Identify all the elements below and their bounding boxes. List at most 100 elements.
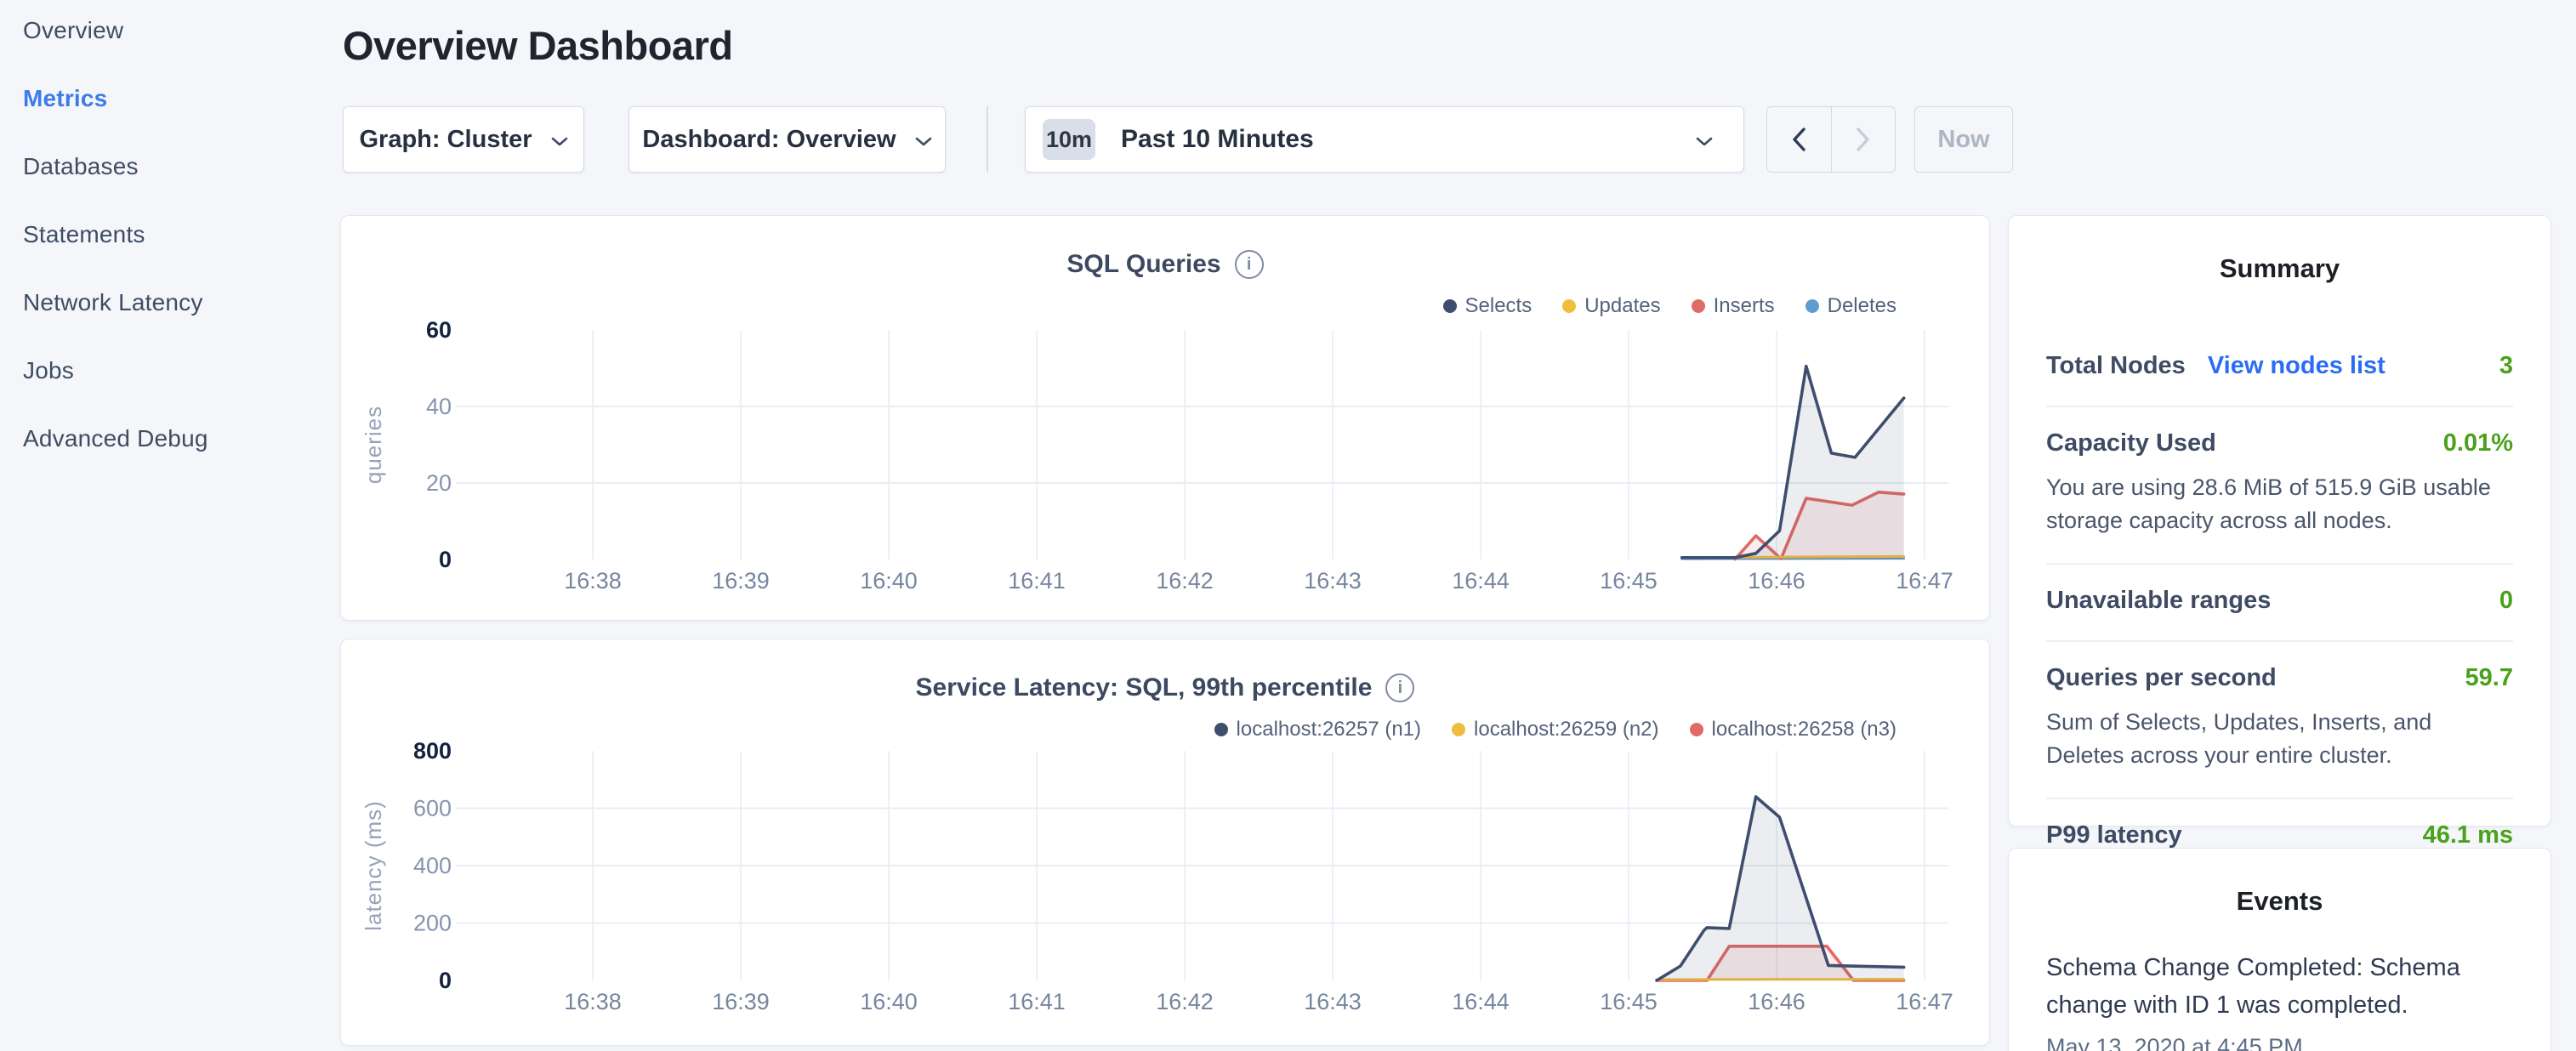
summary-title: Summary [2009,253,2550,284]
summary-row-label: Capacity Used [2046,429,2216,457]
x-axis-tick-label: 16:43 [1304,568,1362,594]
summary-row-label: Queries per second [2046,664,2277,692]
x-axis-tick-label: 16:44 [1452,568,1510,594]
x-axis-tick-label: 16:38 [564,568,622,594]
x-axis-tick-label: 16:39 [712,989,770,1014]
legend-label: Selects [1465,294,1533,318]
time-range-badge: 10m [1043,119,1095,160]
x-axis-tick-label: 16:39 [712,568,770,594]
legend-item[interactable]: localhost:26258 (n3) [1690,718,1896,741]
summary-row-description: Sum of Selects, Updates, Inserts, and De… [2046,706,2513,772]
summary-row-total-nodes: Total Nodes View nodes list 3 [2046,330,2513,407]
chevron-right-icon [1856,128,1870,151]
sidebar-item-metrics[interactable]: Metrics [23,87,329,111]
summary-row-value: 0.01% [2443,429,2513,457]
summary-row-value: 3 [2499,352,2513,380]
legend-label: localhost:26258 (n3) [1712,718,1896,741]
chevron-down-icon [915,137,932,146]
service-latency-chart-card: Service Latency: SQL, 99th percentile i … [340,639,1990,1046]
legend-item[interactable]: Deletes [1805,294,1896,318]
legend-label: Updates [1584,294,1660,318]
x-axis-tick-label: 16:45 [1600,989,1658,1014]
sidebar-item-network-latency[interactable]: Network Latency [23,291,329,315]
summary-row-capacity-used: Capacity Used 0.01% You are using 28.6 M… [2046,407,2513,565]
chevron-left-icon [1792,128,1806,151]
x-axis-tick-label: 16:44 [1452,989,1510,1014]
y-axis-tick-label: 0 [439,968,452,993]
y-axis-tick-label: 600 [413,796,452,821]
summary-row-label: Total Nodes [2046,352,2186,380]
legend-dot-icon [1452,723,1465,736]
dashboard-label: Dashboard: Overview [642,126,896,154]
legend-item[interactable]: Inserts [1692,294,1775,318]
x-axis-tick-label: 16:46 [1748,989,1805,1014]
sidebar-item-statements[interactable]: Statements [23,223,329,247]
summary-row-unavailable-ranges: Unavailable ranges 0 [2046,565,2513,642]
now-button[interactable]: Now [1914,106,2013,173]
x-axis-tick-label: 16:41 [1008,568,1066,594]
graph-scope-label: Graph: Cluster [359,126,532,154]
event-text: Schema Change Completed: Schema change w… [2046,949,2513,1024]
event-timestamp: May 13, 2020 at 4:45 PM [2046,1034,2513,1051]
info-icon[interactable]: i [1235,250,1264,279]
events-title: Events [2009,886,2550,917]
legend-item[interactable]: Selects [1443,294,1533,318]
legend-label: Deletes [1828,294,1896,318]
legend-label: localhost:26259 (n2) [1474,718,1658,741]
x-axis-tick-label: 16:45 [1600,568,1658,594]
sidebar-item-advanced-debug[interactable]: Advanced Debug [23,427,329,451]
legend-dot-icon [1443,299,1457,313]
x-axis-tick-label: 16:42 [1156,568,1214,594]
summary-row-queries-per-second: Queries per second 59.7 Sum of Selects, … [2046,642,2513,799]
view-nodes-list-link[interactable]: View nodes list [2208,352,2386,380]
x-axis-tick-label: 16:46 [1748,568,1805,594]
legend-dot-icon [1690,723,1703,736]
sidebar-item-overview[interactable]: Overview [23,19,329,43]
y-axis-tick-label: 20 [426,470,452,496]
summary-row-label: Unavailable ranges [2046,587,2271,615]
y-axis-label: queries [361,406,386,484]
summary-row-label: P99 latency [2046,821,2182,849]
y-axis-tick-label: 200 [413,911,452,936]
toolbar-divider [987,106,988,173]
legend-item[interactable]: Updates [1562,294,1660,318]
chevron-down-icon [1696,137,1713,146]
summary-row-value: 46.1 ms [2423,821,2513,849]
legend-label: Inserts [1714,294,1775,318]
x-axis-tick-label: 16:43 [1304,989,1362,1014]
time-range-dropdown[interactable]: 10m Past 10 Minutes [1025,106,1744,173]
chevron-down-icon [551,137,568,146]
x-axis-tick-label: 16:41 [1008,989,1066,1014]
y-axis-tick-label: 0 [439,547,452,572]
chart-legend: Selects Updates Inserts Deletes [1443,294,1897,318]
sidebar-item-databases[interactable]: Databases [23,155,329,179]
x-axis-tick-label: 16:40 [860,989,918,1014]
legend-dot-icon [1805,299,1819,313]
x-axis-tick-label: 16:47 [1896,568,1953,594]
legend-item[interactable]: localhost:26259 (n2) [1452,718,1658,741]
y-axis-tick-label: 800 [413,738,452,764]
legend-dot-icon [1562,299,1576,313]
sidebar-item-jobs[interactable]: Jobs [23,359,329,383]
event-list-item[interactable]: Schema Change Completed: Schema change w… [2046,949,2513,1051]
x-axis-tick-label: 16:40 [860,568,918,594]
x-axis-tick-label: 16:47 [1896,989,1953,1014]
time-range-label: Past 10 Minutes [1121,125,1314,154]
summary-row-value: 0 [2499,587,2513,615]
summary-row-value: 59.7 [2465,664,2513,692]
info-icon[interactable]: i [1385,673,1414,702]
chart-title: SQL Queries [1066,250,1220,279]
y-axis-tick-label: 60 [426,317,452,343]
page-title: Overview Dashboard [343,22,733,69]
dashboard-dropdown[interactable]: Dashboard: Overview [628,106,946,173]
time-step-back-button[interactable] [1767,107,1831,172]
chart-legend: localhost:26257 (n1) localhost:26259 (n2)… [1214,718,1896,741]
legend-item[interactable]: localhost:26257 (n1) [1214,718,1421,741]
time-step-forward-button[interactable] [1831,107,1896,172]
x-axis-tick-label: 16:42 [1156,989,1214,1014]
summary-panel: Summary Total Nodes View nodes list 3 Ca… [2008,215,2551,827]
sidebar: Overview Metrics Databases Statements Ne… [23,19,329,495]
graph-scope-dropdown[interactable]: Graph: Cluster [343,106,584,173]
y-axis-tick-label: 400 [413,853,452,878]
summary-row-description: You are using 28.6 MiB of 515.9 GiB usab… [2046,471,2513,537]
